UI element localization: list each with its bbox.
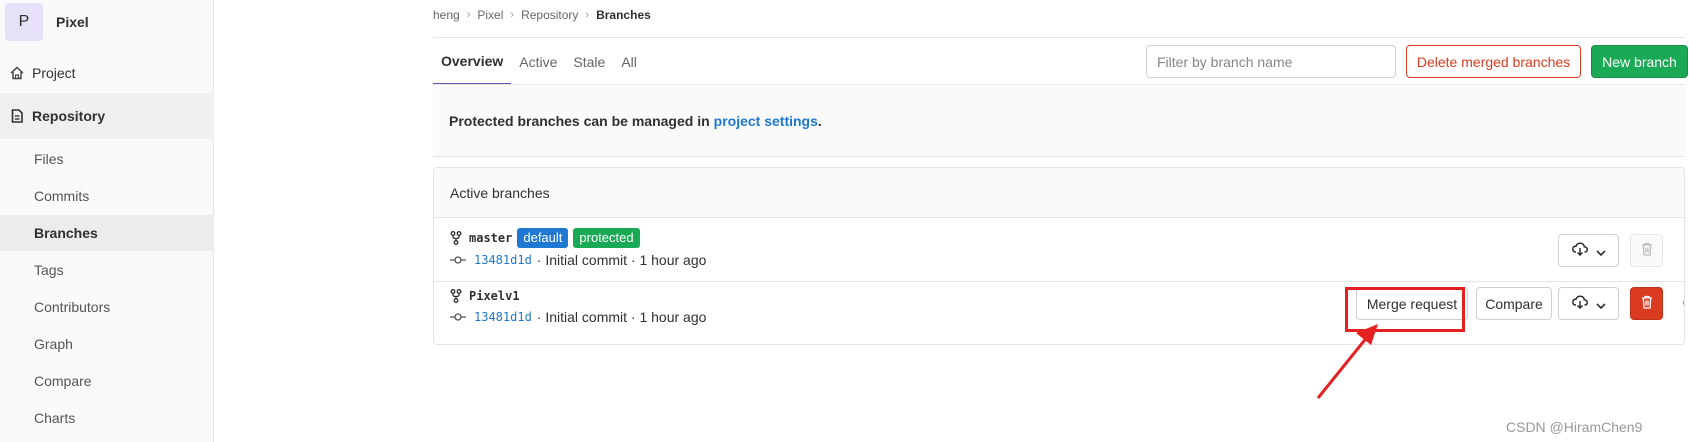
sidebar-subitem-label: Graph	[34, 336, 73, 352]
trash-icon	[1641, 295, 1653, 312]
annotation-highlight-box	[1345, 287, 1465, 332]
download-dropdown-button[interactable]	[1558, 234, 1619, 267]
branch-title: Pixelv1	[450, 286, 520, 306]
branch-row: master default protected 13481d1d · Init…	[434, 219, 1684, 282]
tab-stale[interactable]: Stale	[565, 38, 613, 85]
sidebar-item-repository[interactable]: Repository	[0, 93, 214, 139]
breadcrumb: heng › Pixel › Repository › Branches	[433, 5, 651, 25]
sidebar-subitem-label: Compare	[34, 373, 92, 389]
branch-icon	[450, 231, 462, 245]
chevron-right-icon: ›	[510, 9, 515, 21]
project-name: Pixel	[56, 14, 89, 30]
active-branches-panel: Active branches master default protected…	[433, 167, 1685, 345]
sidebar-subitem-files[interactable]: Files	[0, 141, 214, 177]
filter-branch-input[interactable]	[1146, 45, 1396, 78]
delete-branch-button-disabled	[1630, 234, 1663, 267]
document-icon	[10, 109, 24, 123]
sidebar-item-project[interactable]: Project	[0, 53, 214, 93]
sidebar-subitem-label: Branches	[34, 225, 98, 241]
divergence-graph[interactable]: 0 0	[1683, 295, 1684, 311]
home-icon	[10, 66, 24, 80]
download-dropdown-button[interactable]	[1558, 287, 1619, 320]
tab-all[interactable]: All	[613, 38, 645, 85]
commits-behind: 0	[1683, 296, 1684, 310]
chevron-down-icon	[1595, 243, 1606, 259]
sidebar-subitem-label: Tags	[34, 262, 64, 278]
sidebar-subitem-contributors[interactable]: Contributors	[0, 289, 214, 325]
sidebar-subitem-compare[interactable]: Compare	[0, 363, 214, 399]
commit-icon	[450, 312, 466, 322]
protected-branches-info: Protected branches can be managed in pro…	[433, 86, 1685, 157]
sidebar-subitem-label: Files	[34, 151, 64, 167]
tab-overview[interactable]: Overview	[433, 38, 512, 85]
divider	[433, 84, 1685, 85]
branch-tabs: Overview Active Stale All	[433, 38, 645, 85]
commit-message: · Initial commit · 1 hour ago	[536, 309, 707, 325]
sidebar-subitem-tags[interactable]: Tags	[0, 252, 214, 288]
tab-active[interactable]: Active	[511, 38, 565, 85]
commit-info: 13481d1d · Initial commit · 1 hour ago	[450, 307, 706, 327]
chevron-right-icon: ›	[585, 9, 590, 21]
sidebar-subitem-charts[interactable]: Charts	[0, 400, 214, 436]
protected-badge: protected	[573, 228, 640, 248]
branch-name-link[interactable]: Pixelv1	[469, 289, 520, 303]
cloud-download-icon	[1571, 242, 1588, 259]
sidebar-item-label: Project	[32, 65, 76, 81]
branch-icon	[450, 289, 462, 303]
chevron-down-icon	[1595, 296, 1606, 312]
sidebar-subitem-commits[interactable]: Commits	[0, 178, 214, 214]
sidebar: P Pixel Project Repository Files Commits…	[0, 0, 214, 442]
branch-row: Pixelv1 13481d1d · Initial commit · 1 ho…	[434, 283, 1684, 344]
sidebar-subitem-label: Contributors	[34, 299, 111, 315]
commit-icon	[450, 255, 466, 265]
delete-branch-button[interactable]	[1630, 287, 1663, 320]
new-branch-button[interactable]: New branch	[1591, 45, 1688, 78]
branch-title: master default protected	[450, 228, 640, 248]
commit-message: · Initial commit · 1 hour ago	[536, 252, 707, 268]
info-suffix: .	[817, 113, 822, 129]
breadcrumb-item[interactable]: heng	[433, 8, 460, 22]
compare-button[interactable]: Compare	[1476, 287, 1552, 320]
panel-title: Active branches	[434, 168, 1684, 218]
commit-sha-link[interactable]: 13481d1d	[474, 310, 532, 324]
project-avatar: P	[5, 3, 43, 41]
delete-merged-branches-button[interactable]: Delete merged branches	[1406, 45, 1581, 78]
sidebar-subitem-label: Commits	[34, 188, 90, 204]
sidebar-item-label: Repository	[32, 108, 106, 124]
project-header[interactable]: P Pixel	[0, 0, 214, 44]
sidebar-subitem-branches[interactable]: Branches	[0, 215, 214, 251]
watermark: CSDN @HiramChen9	[1506, 419, 1643, 435]
default-badge: default	[517, 228, 569, 248]
breadcrumb-item[interactable]: Pixel	[477, 8, 503, 22]
breadcrumb-item[interactable]: Repository	[521, 8, 578, 22]
commit-info: 13481d1d · Initial commit · 1 hour ago	[450, 250, 706, 270]
info-text: Protected branches can be managed in	[449, 113, 710, 129]
sidebar-subitem-label: Charts	[34, 410, 76, 426]
commit-sha-link[interactable]: 13481d1d	[474, 253, 532, 267]
trash-icon	[1641, 242, 1653, 259]
sidebar-subitem-graph[interactable]: Graph	[0, 326, 214, 362]
cloud-download-icon	[1571, 295, 1588, 312]
project-settings-link[interactable]: project settings	[714, 113, 818, 129]
breadcrumb-current[interactable]: Branches	[596, 8, 651, 22]
chevron-right-icon: ›	[466, 9, 471, 21]
branch-name-link[interactable]: master	[469, 231, 512, 245]
